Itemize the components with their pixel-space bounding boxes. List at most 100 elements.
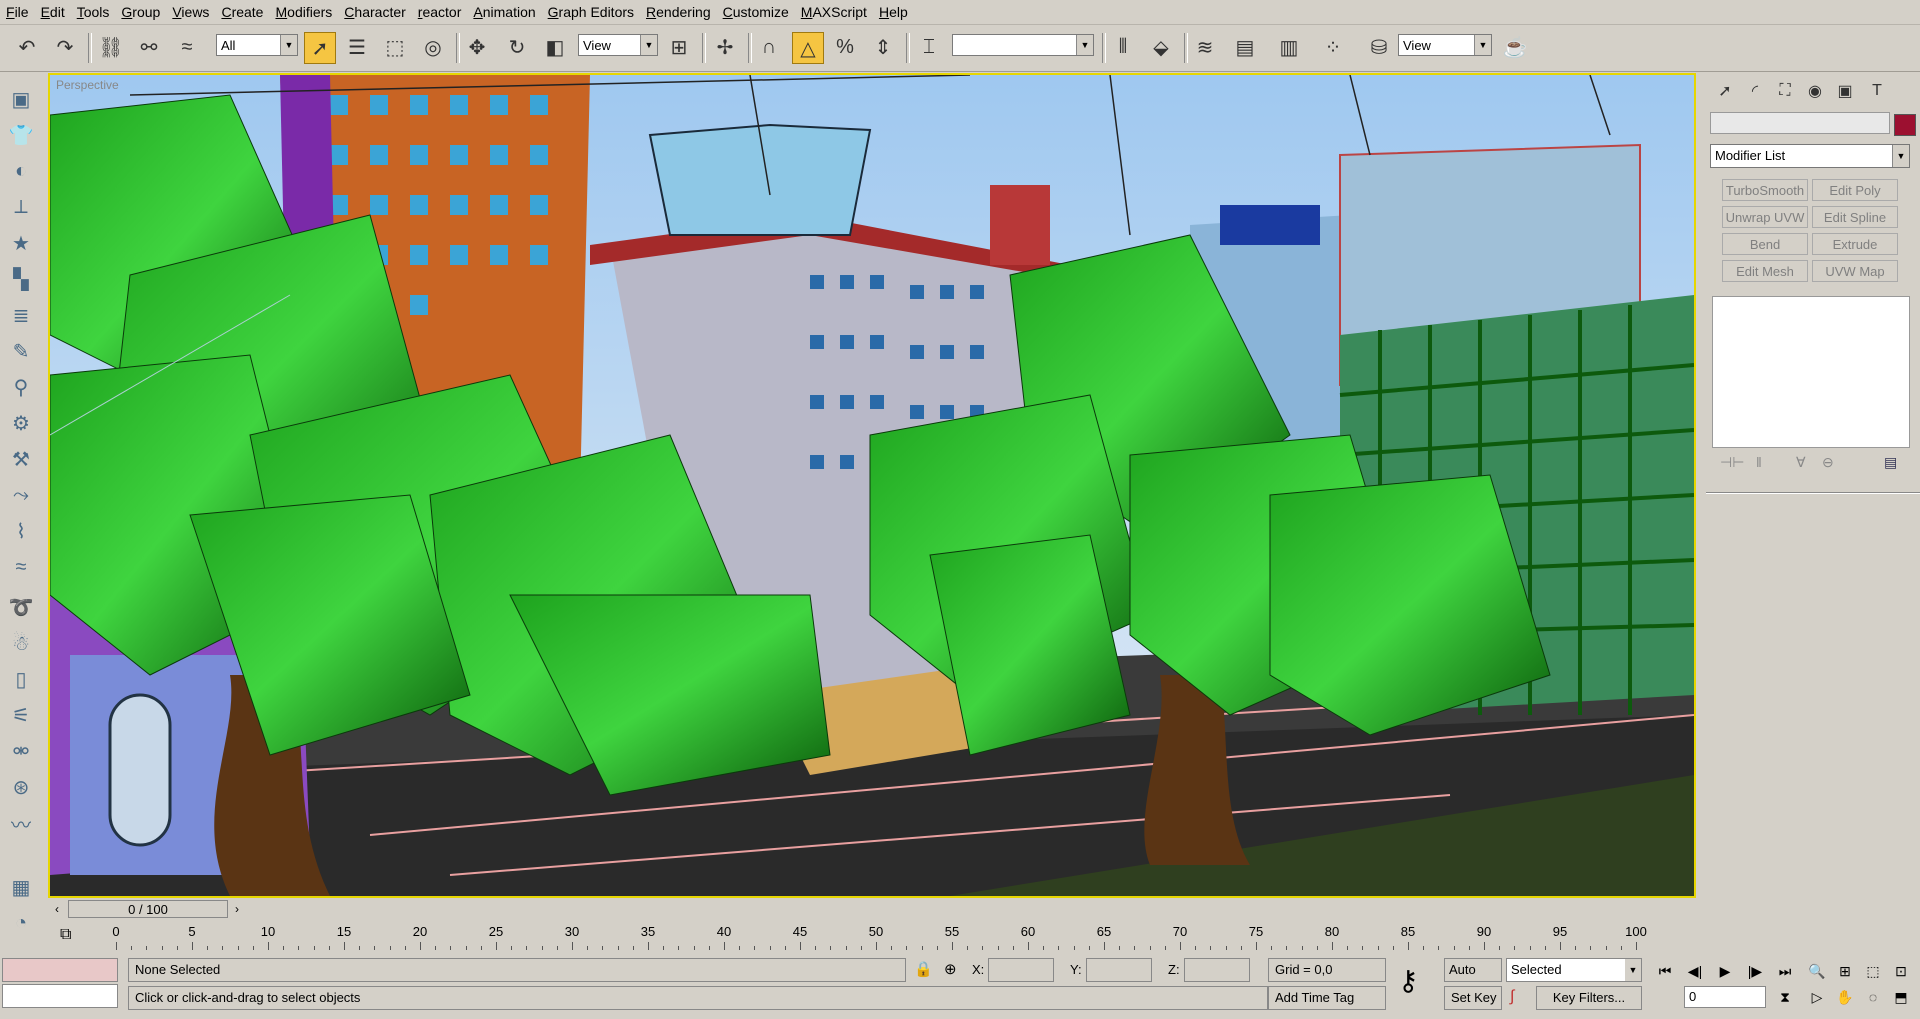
edit-poly-button[interactable]: Edit Poly: [1812, 179, 1898, 201]
cloth-icon[interactable]: ▯: [6, 664, 36, 694]
pivot-center-icon[interactable]: ⊞: [664, 32, 694, 62]
create-box-icon[interactable]: ▣: [6, 84, 36, 114]
wave-icon[interactable]: ≈: [6, 552, 36, 582]
absolute-mode-icon[interactable]: ⊕: [944, 960, 957, 978]
window-crossing-icon[interactable]: ◎: [418, 32, 448, 62]
x-coordinate-field[interactable]: [988, 958, 1054, 982]
bend-button[interactable]: Bend: [1722, 233, 1808, 255]
maximize-viewport-icon[interactable]: ⬒: [1890, 986, 1912, 1008]
render-scene-icon[interactable]: ⛁: [1364, 32, 1394, 62]
star-icon[interactable]: ★: [6, 228, 36, 258]
edit-spline-button[interactable]: Edit Spline: [1812, 206, 1898, 228]
spinner-snap-icon[interactable]: ⇕: [868, 32, 898, 62]
stack-icon[interactable]: ≣: [6, 300, 36, 330]
rotate-icon[interactable]: ↻: [502, 32, 532, 62]
y-coordinate-field[interactable]: [1086, 958, 1152, 982]
manipulate-icon[interactable]: ✢: [710, 32, 740, 62]
menu-file[interactable]: File: [0, 0, 35, 24]
zoom-extents-all-icon[interactable]: ⊡: [1890, 960, 1912, 982]
extrude-button[interactable]: Extrude: [1812, 233, 1898, 255]
quick-render-icon[interactable]: ☕: [1500, 32, 1530, 62]
maxscript-input-mini[interactable]: [2, 984, 118, 1008]
zoom-all-icon[interactable]: ⊞: [1834, 960, 1856, 982]
fracture-icon[interactable]: 〰: [6, 808, 36, 838]
menu-group[interactable]: Group: [115, 0, 166, 24]
time-configuration-icon[interactable]: ⧗: [1774, 986, 1796, 1008]
previous-frame-icon[interactable]: ◀|: [1684, 960, 1706, 982]
show-end-result-icon[interactable]: ‖: [1756, 454, 1762, 470]
zoom-extents-icon[interactable]: ⬚: [1862, 960, 1884, 982]
play-icon[interactable]: ▶: [1714, 960, 1736, 982]
pencil-icon[interactable]: ✎: [6, 336, 36, 366]
biped-icon[interactable]: ☃: [6, 628, 36, 658]
viewport-label[interactable]: Perspective: [56, 78, 119, 92]
perspective-viewport[interactable]: [48, 73, 1696, 898]
gear-icon[interactable]: ⚙: [6, 408, 36, 438]
layer-manager-icon[interactable]: ≋: [1190, 32, 1220, 62]
hierarchy-tab-icon[interactable]: ⛶: [1772, 78, 1798, 104]
shirt-icon[interactable]: 👕: [6, 120, 36, 150]
object-name-field[interactable]: [1710, 112, 1890, 134]
pin-stack-icon[interactable]: ⊣⊢: [1720, 454, 1744, 471]
select-by-name-icon[interactable]: ☰: [342, 32, 372, 62]
go-to-start-icon[interactable]: ⏮: [1654, 960, 1676, 982]
display-tab-icon[interactable]: ▣: [1832, 78, 1858, 104]
menu-edit[interactable]: Edit: [35, 0, 71, 24]
set-key-button[interactable]: Set Key: [1444, 986, 1502, 1010]
align-icon[interactable]: ⬙: [1146, 32, 1176, 62]
auto-key-button[interactable]: Auto Key: [1444, 958, 1502, 999]
angle-snap-icon[interactable]: △: [792, 32, 824, 64]
menu-modifiers[interactable]: Modifiers: [269, 0, 338, 24]
mirror-icon[interactable]: ⫴: [1108, 32, 1138, 62]
go-to-end-icon[interactable]: ⏭: [1774, 960, 1796, 982]
reactor-preview-icon[interactable]: ▦: [6, 872, 36, 902]
menu-maxscript[interactable]: MAXScript: [795, 0, 873, 24]
field-of-view-icon[interactable]: ▷: [1806, 986, 1828, 1008]
make-unique-icon[interactable]: ∀: [1796, 454, 1806, 471]
arc-rotate-icon[interactable]: ◌: [1862, 986, 1884, 1008]
object-color-swatch[interactable]: [1894, 114, 1916, 136]
key-mode-dropdown[interactable]: Selected ▼: [1506, 958, 1642, 982]
set-key-big-icon[interactable]: ⚷: [1398, 964, 1419, 997]
pan-hand-icon[interactable]: ✋: [1834, 986, 1856, 1008]
wind-icon[interactable]: ⤳: [6, 480, 36, 510]
menu-animation[interactable]: Animation: [467, 0, 541, 24]
modify-tab-icon[interactable]: ◜: [1742, 78, 1768, 104]
add-time-tag-button[interactable]: Add Time Tag: [1268, 986, 1386, 1010]
bone-icon[interactable]: ⚒: [6, 444, 36, 474]
create-tab-icon[interactable]: ➚: [1712, 78, 1738, 104]
modifier-list-dropdown[interactable]: Modifier List ▼: [1710, 144, 1910, 168]
unlink-icon[interactable]: ⚯: [134, 32, 164, 62]
menu-help[interactable]: Help: [873, 0, 914, 24]
time-slider-thumb[interactable]: 0 / 100: [68, 900, 228, 918]
menu-character[interactable]: Character: [338, 0, 411, 24]
rope-icon[interactable]: ⚟: [6, 700, 36, 730]
z-coordinate-field[interactable]: [1184, 958, 1250, 982]
constraint-icon[interactable]: ⚮: [6, 736, 36, 766]
lock-selection-icon[interactable]: 🔒: [914, 960, 933, 978]
reference-coordinate-dropdown[interactable]: View ▼: [578, 34, 658, 56]
snaps-toggle-icon[interactable]: ∩: [754, 32, 784, 62]
select-object-icon[interactable]: ➚: [304, 32, 336, 64]
maxscript-listener-mini[interactable]: [2, 958, 118, 982]
spline-icon[interactable]: ⌇: [6, 516, 36, 546]
undo-icon[interactable]: ↶: [12, 32, 42, 62]
modifier-stack[interactable]: [1712, 296, 1910, 448]
move-icon[interactable]: ✥: [462, 32, 492, 62]
time-slider-next-icon[interactable]: ›: [230, 900, 244, 918]
menu-customize[interactable]: Customize: [717, 0, 795, 24]
motion-tab-icon[interactable]: ◉: [1802, 78, 1828, 104]
track-bar-menu-icon[interactable]: ⧉: [60, 926, 71, 944]
named-selection-dropdown[interactable]: ▼: [952, 34, 1094, 56]
brush-icon[interactable]: ⚲: [6, 372, 36, 402]
redo-icon[interactable]: ↷: [50, 32, 80, 62]
default-in-out-tangent-icon[interactable]: ∫: [1510, 988, 1514, 1006]
edit-mesh-button[interactable]: Edit Mesh: [1722, 260, 1808, 282]
edit-named-selection-icon[interactable]: ⌶: [914, 32, 944, 62]
menu-views[interactable]: Views: [166, 0, 215, 24]
remove-modifier-icon[interactable]: ⊖: [1822, 454, 1834, 471]
reactor-analyze-icon[interactable]: ◔: [6, 908, 36, 938]
next-frame-icon[interactable]: |▶: [1744, 960, 1766, 982]
spring-icon[interactable]: ➰: [6, 592, 36, 622]
menu-tools[interactable]: Tools: [71, 0, 116, 24]
